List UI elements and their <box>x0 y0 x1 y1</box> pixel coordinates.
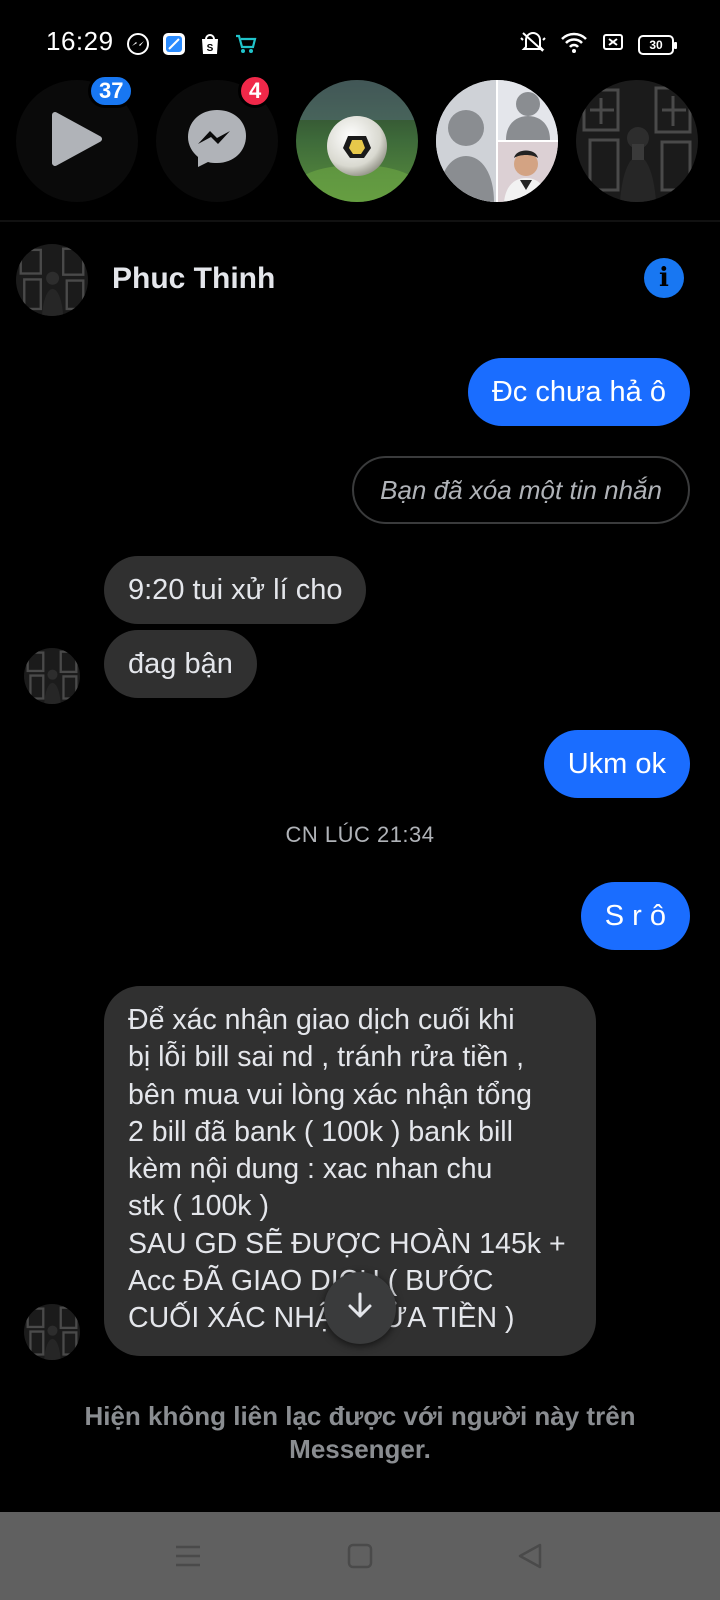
cart-icon <box>234 32 258 56</box>
sender-avatar[interactable] <box>24 1304 80 1360</box>
chat-head-group[interactable] <box>436 80 558 202</box>
battery-level: 30 <box>649 37 663 52</box>
message-incoming[interactable]: đag bận <box>104 630 257 698</box>
contact-avatar[interactable] <box>16 244 88 316</box>
messenger-icon <box>184 106 250 177</box>
system-icons: 30 <box>520 30 677 59</box>
system-nav-bar <box>0 1512 720 1600</box>
status-bar: 16:29 S 30 <box>0 0 720 80</box>
badge-count-messenger: 4 <box>238 74 273 108</box>
play-icon <box>49 109 105 174</box>
chat-heads-row: 37 4 <box>0 74 720 210</box>
message-incoming[interactable]: 9:20 tui xử lí cho <box>104 556 367 624</box>
conversation-panel: Phuc Thinh i Đc chưa hả ô Bạn đã xóa một… <box>0 220 720 1512</box>
message-timestamp: CN LÚC 21:34 <box>285 822 435 847</box>
group-avatar-image <box>436 80 558 202</box>
unreachable-notice: Hiện không liên lạc được với người này t… <box>84 1401 636 1464</box>
message-outgoing[interactable]: Đc chưa hả ô <box>467 358 690 426</box>
person-avatar-image <box>576 80 698 202</box>
blue-app-icon <box>162 32 186 56</box>
mute-icon <box>520 30 546 59</box>
messenger-icon <box>126 32 150 56</box>
back-icon[interactable] <box>508 1534 552 1578</box>
arrow-down-icon <box>345 1291 375 1326</box>
home-icon[interactable] <box>338 1534 382 1578</box>
chat-header: Phuc Thinh i <box>0 222 720 334</box>
sim-icon <box>602 31 624 58</box>
message-deleted[interactable]: Bạn đã xóa một tin nhắn <box>352 456 690 524</box>
badge-count-watch: 37 <box>88 74 135 108</box>
football-avatar-image <box>296 80 418 202</box>
message-outgoing[interactable]: S r ô <box>580 882 690 950</box>
contact-name[interactable]: Phuc Thinh <box>112 262 275 296</box>
message-outgoing[interactable]: Ukm ok <box>543 730 690 798</box>
svg-text:S: S <box>207 43 214 54</box>
shopee-icon: S <box>198 32 222 56</box>
menu-icon[interactable] <box>166 1534 210 1578</box>
sender-avatar[interactable] <box>24 648 80 704</box>
info-icon[interactable]: i <box>644 258 684 298</box>
chat-head-football[interactable] <box>296 80 418 202</box>
battery-icon: 30 <box>638 34 677 55</box>
status-time: 16:29 <box>46 26 114 56</box>
chat-head-phuc-thinh[interactable] <box>576 80 698 202</box>
notification-icons: S <box>126 32 258 56</box>
wifi-icon <box>560 30 588 59</box>
scroll-to-bottom-button[interactable] <box>324 1272 396 1344</box>
